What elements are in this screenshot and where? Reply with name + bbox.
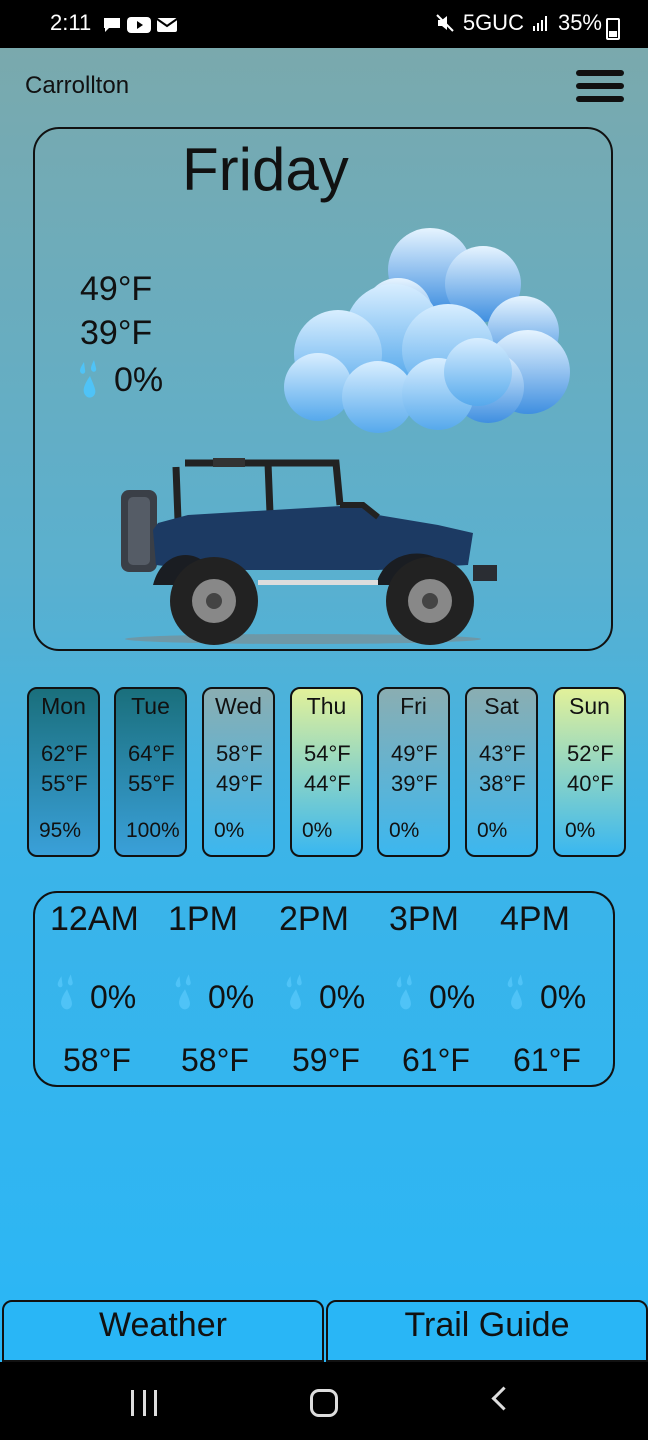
hourly-column: 2PM 0% 59°F xyxy=(279,900,399,1078)
forecast-day-card[interactable]: Thu 54°F 44°F 0% xyxy=(290,687,363,857)
forecast-high: 52°F xyxy=(567,741,614,766)
forecast-day-card[interactable]: Sat 43°F 38°F 0% xyxy=(465,687,538,857)
hourly-precip-value: 0% xyxy=(319,978,366,1015)
battery-percent: 35% xyxy=(557,10,602,35)
status-bar: 2:11 5GUC 35% xyxy=(0,0,648,48)
raindrops-icon xyxy=(504,972,530,1022)
forecast-low: 55°F xyxy=(128,771,175,796)
forecast-low: 38°F xyxy=(479,771,526,796)
hourly-temp: 61°F xyxy=(402,1042,470,1078)
forecast-day-label: Thu xyxy=(306,693,347,719)
forecast-high: 64°F xyxy=(128,741,175,766)
hourly-temp: 58°F xyxy=(63,1042,131,1078)
hourly-precip: 0% xyxy=(172,972,254,1022)
status-time: 2:11 xyxy=(50,10,92,35)
status-right: 5GUC 35% xyxy=(435,10,602,36)
hourly-precip: 0% xyxy=(393,972,475,1022)
tab-weather[interactable]: Weather xyxy=(2,1300,324,1362)
tab-trail-guide[interactable]: Trail Guide xyxy=(326,1300,648,1362)
today-precip: 0% xyxy=(76,358,163,402)
raindrops-icon xyxy=(283,972,309,1022)
forecast-high: 58°F xyxy=(216,741,263,766)
hourly-time: 4PM xyxy=(500,900,570,938)
forecast-precip: 0% xyxy=(302,819,333,842)
notification-icons xyxy=(103,16,177,34)
forecast-precip: 0% xyxy=(565,819,596,842)
jeep-illustration xyxy=(121,458,497,645)
forecast-precip: 95% xyxy=(39,819,82,842)
raindrops-icon xyxy=(172,972,198,1022)
forecast-day-label: Sat xyxy=(484,693,519,719)
hourly-precip-value: 0% xyxy=(208,978,255,1015)
forecast-low: 39°F xyxy=(391,771,438,796)
network-label: 5GUC xyxy=(462,10,524,35)
forecast-precip: 0% xyxy=(477,819,508,842)
hourly-temp: 59°F xyxy=(292,1042,360,1078)
hourly-time: 12AM xyxy=(50,900,139,938)
hamburger-menu-icon[interactable] xyxy=(576,70,624,106)
forecast-high: 62°F xyxy=(41,741,88,766)
forecast-precip: 100% xyxy=(126,819,180,842)
forecast-high: 49°F xyxy=(391,741,438,766)
forecast-low: 44°F xyxy=(304,771,351,796)
forecast-day-label: Mon xyxy=(41,693,86,719)
hourly-precip-value: 0% xyxy=(90,978,137,1015)
recent-apps-icon[interactable] xyxy=(131,1390,157,1416)
hourly-column: 1PM 0% 58°F xyxy=(168,900,288,1078)
forecast-low: 49°F xyxy=(216,771,263,796)
forecast-day-card[interactable]: Tue 64°F 55°F 100% xyxy=(114,687,187,857)
raindrops-icon xyxy=(54,972,80,1022)
forecast-high: 43°F xyxy=(479,741,526,766)
mail-icon xyxy=(157,18,177,32)
hourly-temp: 61°F xyxy=(513,1042,581,1078)
hourly-column: 12AM 0% 58°F xyxy=(50,900,170,1078)
hourly-precip: 0% xyxy=(283,972,365,1022)
battery-icon xyxy=(606,18,620,40)
forecast-day-label: Sun xyxy=(569,693,610,719)
forecast-high: 54°F xyxy=(304,741,351,766)
hourly-precip: 0% xyxy=(54,972,136,1022)
youtube-icon xyxy=(127,17,151,33)
message-icon xyxy=(104,18,120,32)
forecast-day-card[interactable]: Wed 58°F 49°F 0% xyxy=(202,687,275,857)
forecast-low: 55°F xyxy=(41,771,88,796)
cloud-icon xyxy=(284,228,570,433)
location-label: Carrollton xyxy=(25,72,130,99)
forecast-day-label: Wed xyxy=(215,693,262,719)
forecast-low: 40°F xyxy=(567,771,614,796)
hourly-column: 4PM 0% 61°F xyxy=(500,900,620,1078)
home-icon[interactable] xyxy=(310,1389,338,1417)
today-low: 39°F xyxy=(80,314,153,352)
signal-icon xyxy=(532,16,547,31)
forecast-day-label: Tue xyxy=(131,693,170,719)
forecast-day-label: Fri xyxy=(400,693,427,719)
raindrops-icon xyxy=(80,360,97,398)
hourly-temp: 58°F xyxy=(181,1042,249,1078)
today-day: Friday xyxy=(182,136,349,203)
forecast-day-card[interactable]: Fri 49°F 39°F 0% xyxy=(377,687,450,857)
forecast-day-card[interactable]: Mon 62°F 55°F 95% xyxy=(27,687,100,857)
hourly-precip-value: 0% xyxy=(540,978,587,1015)
today-precip-value: 0% xyxy=(114,360,164,399)
hourly-time: 2PM xyxy=(279,900,349,938)
forecast-day-card[interactable]: Sun 52°F 40°F 0% xyxy=(553,687,626,857)
today-high: 49°F xyxy=(80,270,153,308)
hourly-time: 3PM xyxy=(389,900,459,938)
mute-icon xyxy=(436,14,454,32)
raindrops-icon xyxy=(393,972,419,1022)
forecast-precip: 0% xyxy=(389,819,420,842)
forecast-precip: 0% xyxy=(214,819,245,842)
hourly-column: 3PM 0% 61°F xyxy=(389,900,509,1078)
hourly-precip-value: 0% xyxy=(429,978,476,1015)
hourly-precip: 0% xyxy=(504,972,586,1022)
hourly-time: 1PM xyxy=(168,900,238,938)
